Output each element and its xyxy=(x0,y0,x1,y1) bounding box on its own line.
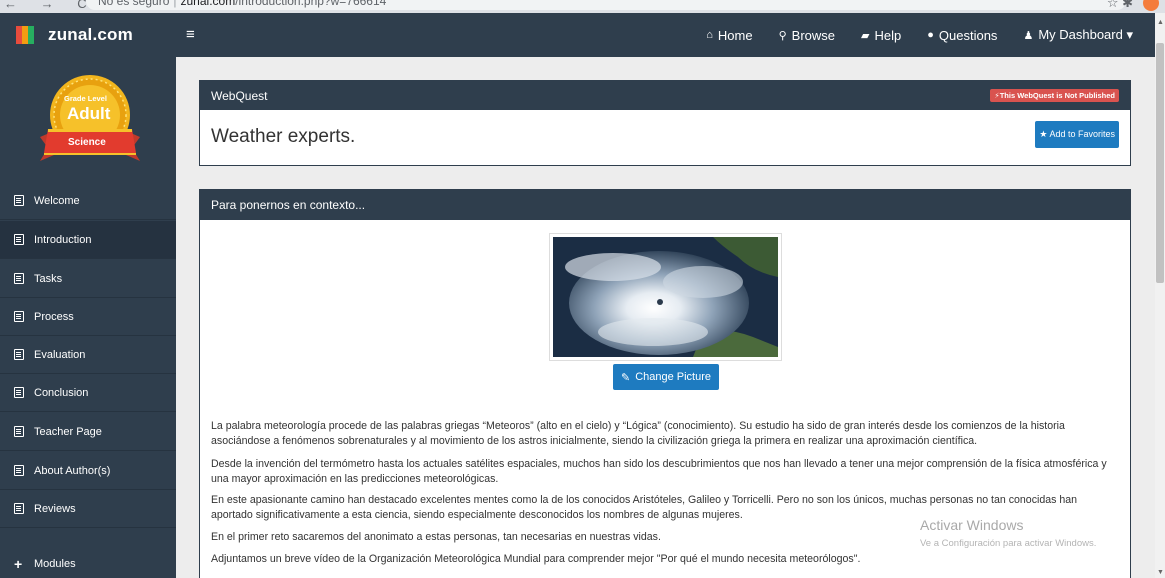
brand[interactable]: zunal.com xyxy=(0,13,176,57)
windows-activation-title: Activar Windows xyxy=(920,517,1024,533)
sidebar-item-label: Welcome xyxy=(34,194,80,207)
paragraph: Desde la invención del termómetro hasta … xyxy=(211,458,1107,485)
panel-header: Para ponernos en contexto... xyxy=(200,190,1130,220)
nav-dashboard-label: My Dashboard ▾ xyxy=(1038,27,1133,42)
book-icon: ▰ xyxy=(861,29,870,42)
plus-icon: + xyxy=(14,556,23,572)
search-icon: ⚲ xyxy=(778,29,787,42)
status-badge: ⚡This WebQuest is Not Published xyxy=(990,89,1119,102)
not-secure-label: No es seguro xyxy=(98,0,170,8)
scroll-up-icon[interactable]: ▲ xyxy=(1157,19,1164,26)
document-icon xyxy=(14,234,24,245)
document-icon xyxy=(14,273,24,284)
top-nav-links: ⌂ Home ⚲ Browse ▰ Help ● Questions ♟ My … xyxy=(706,13,1133,57)
zunal-logo-icon xyxy=(16,26,34,44)
nav-home[interactable]: ⌂ Home xyxy=(706,28,752,43)
scroll-down-icon[interactable]: ▼ xyxy=(1157,569,1164,576)
panel-header-title: Para ponernos en contexto... xyxy=(211,198,366,212)
grade-badge: Grade Level Adult Science xyxy=(0,57,176,182)
sidebar-item-reviews[interactable]: Reviews xyxy=(0,490,176,528)
grade-value: Adult xyxy=(67,104,111,123)
nav-questions-label: Questions xyxy=(938,27,998,43)
nav-questions[interactable]: ● Questions xyxy=(927,28,997,43)
sidebar-item-tasks[interactable]: Tasks xyxy=(0,260,176,298)
sidebar-item-conclusion[interactable]: Conclusion xyxy=(0,374,176,412)
document-icon xyxy=(14,349,24,360)
sidebar-item-label: Introduction xyxy=(34,233,92,246)
address-bar[interactable]: No es seguro | zunal.com/introduction.php?… xyxy=(86,0,1126,10)
top-navbar: zunal.com ≡ ⌂ Home ⚲ Browse ▰ Help ● Que… xyxy=(0,13,1155,57)
sidebar-item-label: Tasks xyxy=(34,272,63,285)
subject-label: Science xyxy=(68,137,106,148)
paragraph: La palabra meteorología procede de las p… xyxy=(211,420,1065,447)
document-icon xyxy=(14,465,24,476)
sidebar-item-label: Teacher Page xyxy=(34,425,102,438)
sidebar-item-process[interactable]: Process xyxy=(0,298,176,336)
pencil-icon: ✎ xyxy=(620,371,631,384)
nav-help[interactable]: ▰ Help xyxy=(861,28,901,43)
document-icon xyxy=(14,503,24,514)
bookmark-star-icon[interactable]: ☆ ✱ xyxy=(1107,0,1133,11)
sidebar-item-label: Evaluation xyxy=(34,348,86,361)
sidebar-item-label: About Author(s) xyxy=(34,464,111,477)
sidebar-item-label: Process xyxy=(34,310,74,323)
document-icon xyxy=(14,311,24,322)
document-icon xyxy=(14,387,24,398)
hurricane-satellite-image xyxy=(549,233,782,361)
sidebar-item-label: Conclusion xyxy=(34,386,89,399)
page-scrollbar[interactable]: ▲ ▼ xyxy=(1155,13,1165,578)
change-picture-button[interactable]: ✎ Change Picture xyxy=(613,364,719,390)
user-icon: ♟ xyxy=(1023,29,1034,42)
sidebar-item-teacher-page[interactable]: Teacher Page xyxy=(0,413,176,451)
nav-browse[interactable]: ⚲ Browse xyxy=(779,28,835,43)
panel-header-title: WebQuest xyxy=(211,88,268,103)
sidebar-item-about-authors[interactable]: About Author(s) xyxy=(0,452,176,490)
url-path: /introduction.php?w=766614 xyxy=(235,0,387,8)
add-to-favorites-button[interactable]: ★ Add to Favorites xyxy=(1035,121,1119,148)
sidebar-item-evaluation[interactable]: Evaluation xyxy=(0,336,176,374)
sidebar-modules[interactable]: + Modules xyxy=(0,545,176,578)
menu-toggle-icon[interactable]: ≡ xyxy=(186,26,195,43)
webquest-panel: WebQuest ⚡This WebQuest is Not Published… xyxy=(199,80,1131,166)
star-icon: ★ xyxy=(1039,129,1050,139)
browser-nav-buttons[interactable]: ← → C xyxy=(4,0,97,11)
sidebar: Grade Level Adult Science Welcome Introd… xyxy=(0,57,176,578)
nav-dashboard[interactable]: ♟ My Dashboard ▾ xyxy=(1023,27,1133,43)
nav-help-label: Help xyxy=(874,27,902,43)
browser-toolbar: ← → C No es seguro | zunal.com/introductio… xyxy=(0,0,1165,13)
home-icon: ⌂ xyxy=(706,29,713,41)
document-icon xyxy=(14,426,24,437)
nav-browse-label: Browse xyxy=(791,27,836,43)
profile-avatar[interactable] xyxy=(1143,0,1159,11)
sidebar-item-label: Reviews xyxy=(34,502,76,515)
windows-activation-subtitle: Ve a Configuración para activar Windows. xyxy=(920,538,1097,549)
panel-header: WebQuest ⚡This WebQuest is Not Published xyxy=(200,81,1130,110)
comments-icon: ● xyxy=(927,29,934,41)
url-host: zunal.com xyxy=(180,0,236,8)
sidebar-item-welcome[interactable]: Welcome xyxy=(0,182,176,220)
paragraph: Adjuntamos un breve vídeo de la Organiza… xyxy=(211,553,861,565)
document-icon xyxy=(14,195,24,206)
sidebar-item-introduction[interactable]: Introduction xyxy=(0,221,176,259)
modules-label: Modules xyxy=(34,558,76,570)
brand-name: zunal.com xyxy=(48,25,133,44)
scrollbar-thumb[interactable] xyxy=(1156,43,1164,283)
nav-home-label: Home xyxy=(717,27,753,43)
page-title: Weather experts. xyxy=(211,126,356,147)
grade-label: Grade Level xyxy=(64,94,107,103)
